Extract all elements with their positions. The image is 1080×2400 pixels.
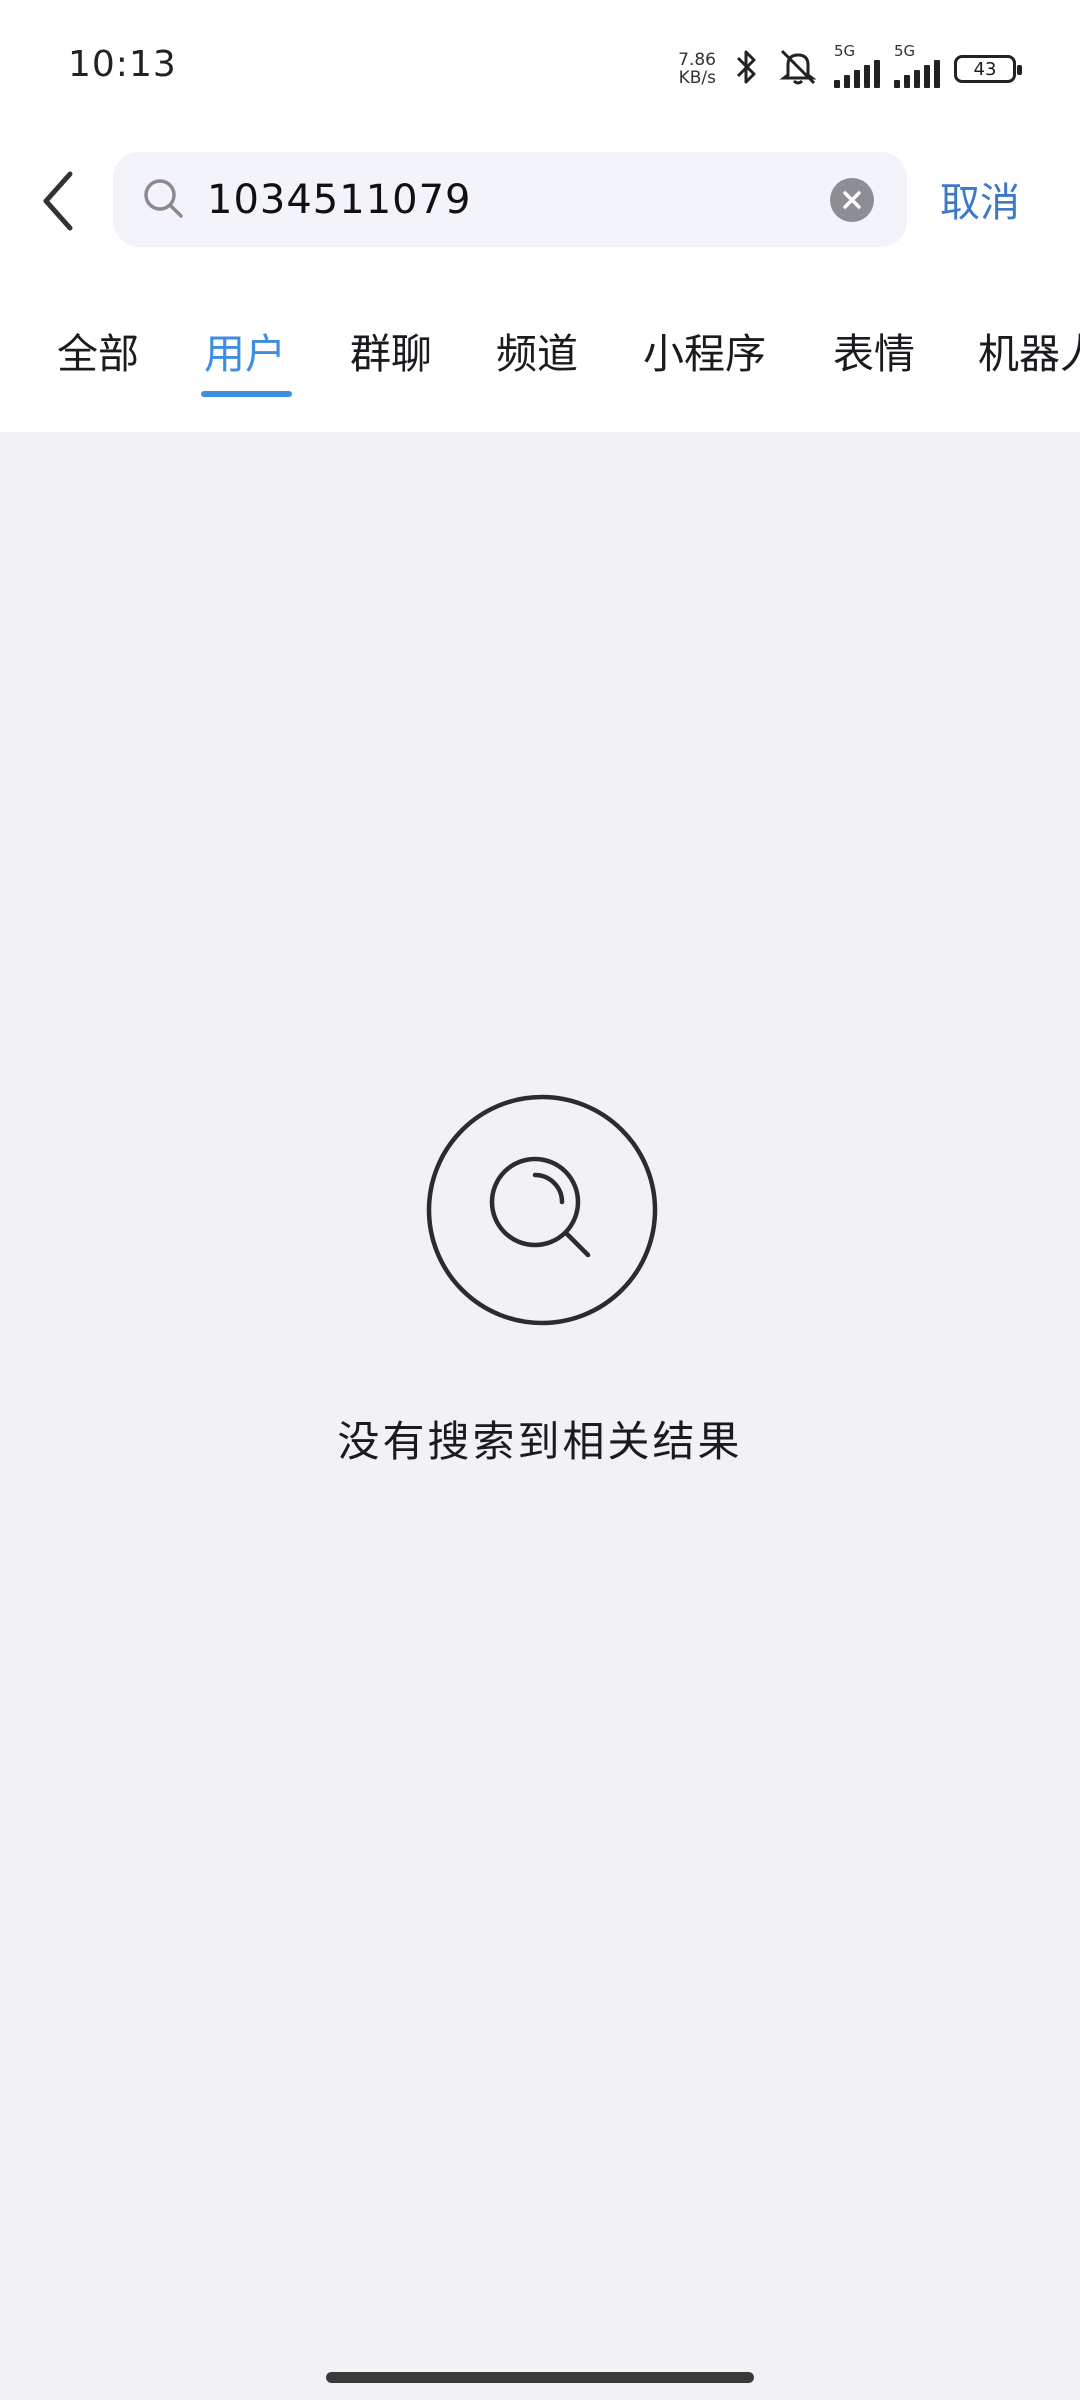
signal-sim2-icon: 5G [894, 42, 940, 88]
chevron-left-icon [43, 171, 73, 231]
search-box[interactable] [113, 152, 907, 247]
sim2-label: 5G [894, 42, 916, 60]
mute-bell-icon [776, 47, 820, 91]
search-input[interactable] [205, 166, 819, 234]
tab-group-chats[interactable]: 群聊 [350, 320, 432, 380]
battery-icon: 43 [954, 55, 1022, 83]
back-button[interactable] [40, 166, 80, 236]
tab-channels[interactable]: 频道 [496, 320, 578, 380]
network-speed: 7.86 KB/s [678, 51, 716, 87]
active-tab-indicator [201, 391, 292, 397]
close-icon [843, 191, 861, 209]
tab-mini-programs[interactable]: 小程序 [643, 320, 766, 380]
empty-search-icon [426, 1094, 658, 1326]
search-icon [144, 179, 183, 218]
signal-sim1-icon: 5G [834, 42, 880, 88]
result-category-tabs: 全部 用户 群聊 频道 小程序 表情 机器人 [0, 320, 1080, 400]
no-results-message: 没有搜索到相关结果 [337, 1417, 743, 1466]
status-icons: 7.86 KB/s 5G 5G 43 [678, 42, 1022, 94]
tab-bots[interactable]: 机器人 [978, 320, 1080, 380]
tab-stickers[interactable]: 表情 [833, 320, 915, 380]
network-speed-value: 7.86 [678, 50, 716, 70]
network-speed-unit: KB/s [678, 68, 716, 88]
status-time: 10:13 [68, 44, 177, 85]
bluetooth-icon [730, 47, 762, 91]
battery-level: 43 [973, 58, 997, 80]
home-indicator[interactable] [326, 2372, 754, 2383]
sim1-label: 5G [834, 42, 856, 60]
clear-search-button[interactable] [830, 178, 874, 222]
tab-all[interactable]: 全部 [57, 320, 139, 380]
cancel-button[interactable]: 取消 [940, 170, 1020, 228]
tab-users[interactable]: 用户 [204, 320, 286, 380]
